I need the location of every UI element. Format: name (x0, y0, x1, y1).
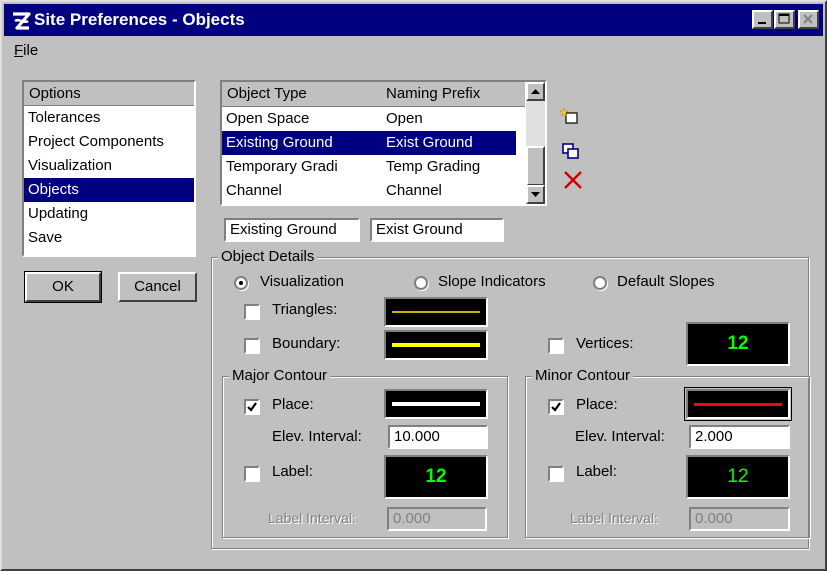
object-type-field[interactable]: Existing Ground (224, 218, 360, 242)
checkbox-check-icon (247, 402, 257, 412)
major-label-symbol-swatch[interactable]: 12 (384, 455, 488, 499)
radio-slope-indicators-label: Slope Indicators (438, 273, 546, 290)
minimize-icon (758, 22, 766, 24)
vertices-label: Vertices: (576, 335, 634, 352)
scroll-up-button[interactable] (526, 82, 545, 101)
maximize-button[interactable] (774, 10, 795, 29)
app-logo-icon (13, 12, 31, 30)
major-elev-interval-label: Elev. Interval: (272, 428, 362, 445)
close-icon (803, 14, 813, 24)
row-prefix: Exist Ground (386, 134, 473, 151)
scroll-down-icon (531, 192, 540, 197)
scroll-down-button[interactable] (526, 185, 545, 204)
major-label-interval-field: 0.000 (387, 507, 487, 531)
radio-default-slopes[interactable] (593, 276, 607, 290)
row-type: Channel (226, 182, 282, 199)
option-item-tolerances[interactable]: Tolerances (24, 106, 194, 130)
major-elev-interval-field[interactable]: 10.000 (388, 425, 488, 449)
delete-x-icon[interactable] (562, 169, 584, 191)
cancel-button[interactable]: Cancel (118, 272, 197, 302)
object-type-listbox[interactable]: Object Type Naming Prefix Open Space Ope… (220, 80, 547, 206)
ok-button-label: OK (25, 272, 101, 302)
options-header: Options (24, 82, 194, 106)
radio-visualization[interactable] (234, 276, 248, 290)
object-list-header: Object Type Naming Prefix (222, 82, 525, 107)
triangles-label: Triangles: (272, 301, 338, 318)
minor-label-label: Label: (576, 463, 617, 480)
menu-file-rest: ile (23, 42, 39, 59)
row-prefix: Channel (386, 182, 442, 199)
row-prefix: Temp Grading (386, 158, 481, 175)
table-row[interactable]: Temporary Gradi Temp Grading (222, 155, 516, 179)
close-button[interactable] (798, 10, 819, 29)
minor-line-swatch[interactable] (686, 389, 790, 419)
vertical-scrollbar[interactable] (526, 82, 545, 204)
boundary-line-swatch[interactable] (384, 330, 488, 360)
vertices-checkbox[interactable] (548, 338, 564, 354)
object-details-label: Object Details (218, 248, 318, 266)
table-row[interactable]: Channel Channel (222, 179, 516, 203)
minor-label-checkbox[interactable] (548, 466, 564, 482)
minor-label-interval-label: Label Interval: (570, 510, 658, 526)
minor-label-symbol-swatch[interactable]: 12 (686, 455, 790, 499)
checkbox-check-icon (551, 402, 561, 412)
maximize-icon (778, 13, 790, 24)
triangles-checkbox[interactable] (244, 304, 260, 320)
col-header-object-type: Object Type (227, 85, 307, 102)
table-row[interactable]: Open Space Open (222, 107, 516, 131)
row-type: Open Space (226, 110, 310, 127)
major-place-label: Place: (272, 396, 314, 413)
menu-bar: File (4, 38, 823, 64)
minor-label-interval-field: 0.000 (689, 507, 790, 531)
major-label-interval-label: Label Interval: (268, 510, 356, 526)
ok-button[interactable]: OK (24, 271, 102, 303)
copy-object-icon[interactable] (560, 141, 582, 163)
minor-place-label: Place: (576, 396, 618, 413)
minor-elev-interval-label: Elev. Interval: (575, 428, 665, 445)
major-place-checkbox[interactable] (244, 399, 260, 415)
boundary-checkbox[interactable] (244, 338, 260, 354)
minor-elev-interval-field[interactable]: 2.000 (689, 425, 790, 449)
radio-selected-dot (239, 281, 243, 285)
option-item-visualization[interactable]: Visualization (24, 154, 194, 178)
col-header-naming-prefix: Naming Prefix (386, 85, 481, 102)
triangles-line-swatch[interactable] (384, 297, 488, 327)
minor-contour-label: Minor Contour (532, 367, 634, 385)
window-title: Site Preferences - Objects (34, 10, 245, 29)
major-label-checkbox[interactable] (244, 466, 260, 482)
scroll-thumb[interactable] (526, 146, 545, 186)
major-label-label: Label: (272, 463, 313, 480)
option-item-updating[interactable]: Updating (24, 202, 194, 226)
scroll-up-icon (531, 89, 540, 94)
new-object-icon[interactable] (560, 106, 582, 128)
options-listbox[interactable]: Options Tolerances Project Components Vi… (22, 80, 196, 257)
radio-slope-indicators[interactable] (414, 276, 428, 290)
option-item-project-components[interactable]: Project Components (24, 130, 194, 154)
minimize-button[interactable] (752, 10, 773, 29)
major-line-swatch[interactable] (384, 389, 488, 419)
menu-file-mnemonic: F (14, 42, 24, 59)
naming-prefix-field[interactable]: Exist Ground (370, 218, 504, 242)
radio-visualization-label: Visualization (260, 273, 344, 290)
minor-place-checkbox[interactable] (548, 399, 564, 415)
major-contour-label: Major Contour (229, 367, 331, 385)
row-type: Existing Ground (226, 134, 333, 151)
title-bar[interactable]: Site Preferences - Objects (4, 4, 823, 36)
row-type: Temporary Gradi (226, 158, 338, 175)
row-prefix: Open (386, 110, 423, 127)
boundary-label: Boundary: (272, 335, 341, 352)
vertices-symbol-swatch[interactable]: 12 (686, 322, 790, 366)
option-item-objects[interactable]: Objects (24, 178, 194, 202)
radio-default-slopes-label: Default Slopes (617, 273, 715, 290)
option-item-save[interactable]: Save (24, 226, 194, 250)
menu-file[interactable]: File (14, 42, 38, 59)
table-row-selected[interactable]: Existing Ground Exist Ground (222, 131, 516, 155)
